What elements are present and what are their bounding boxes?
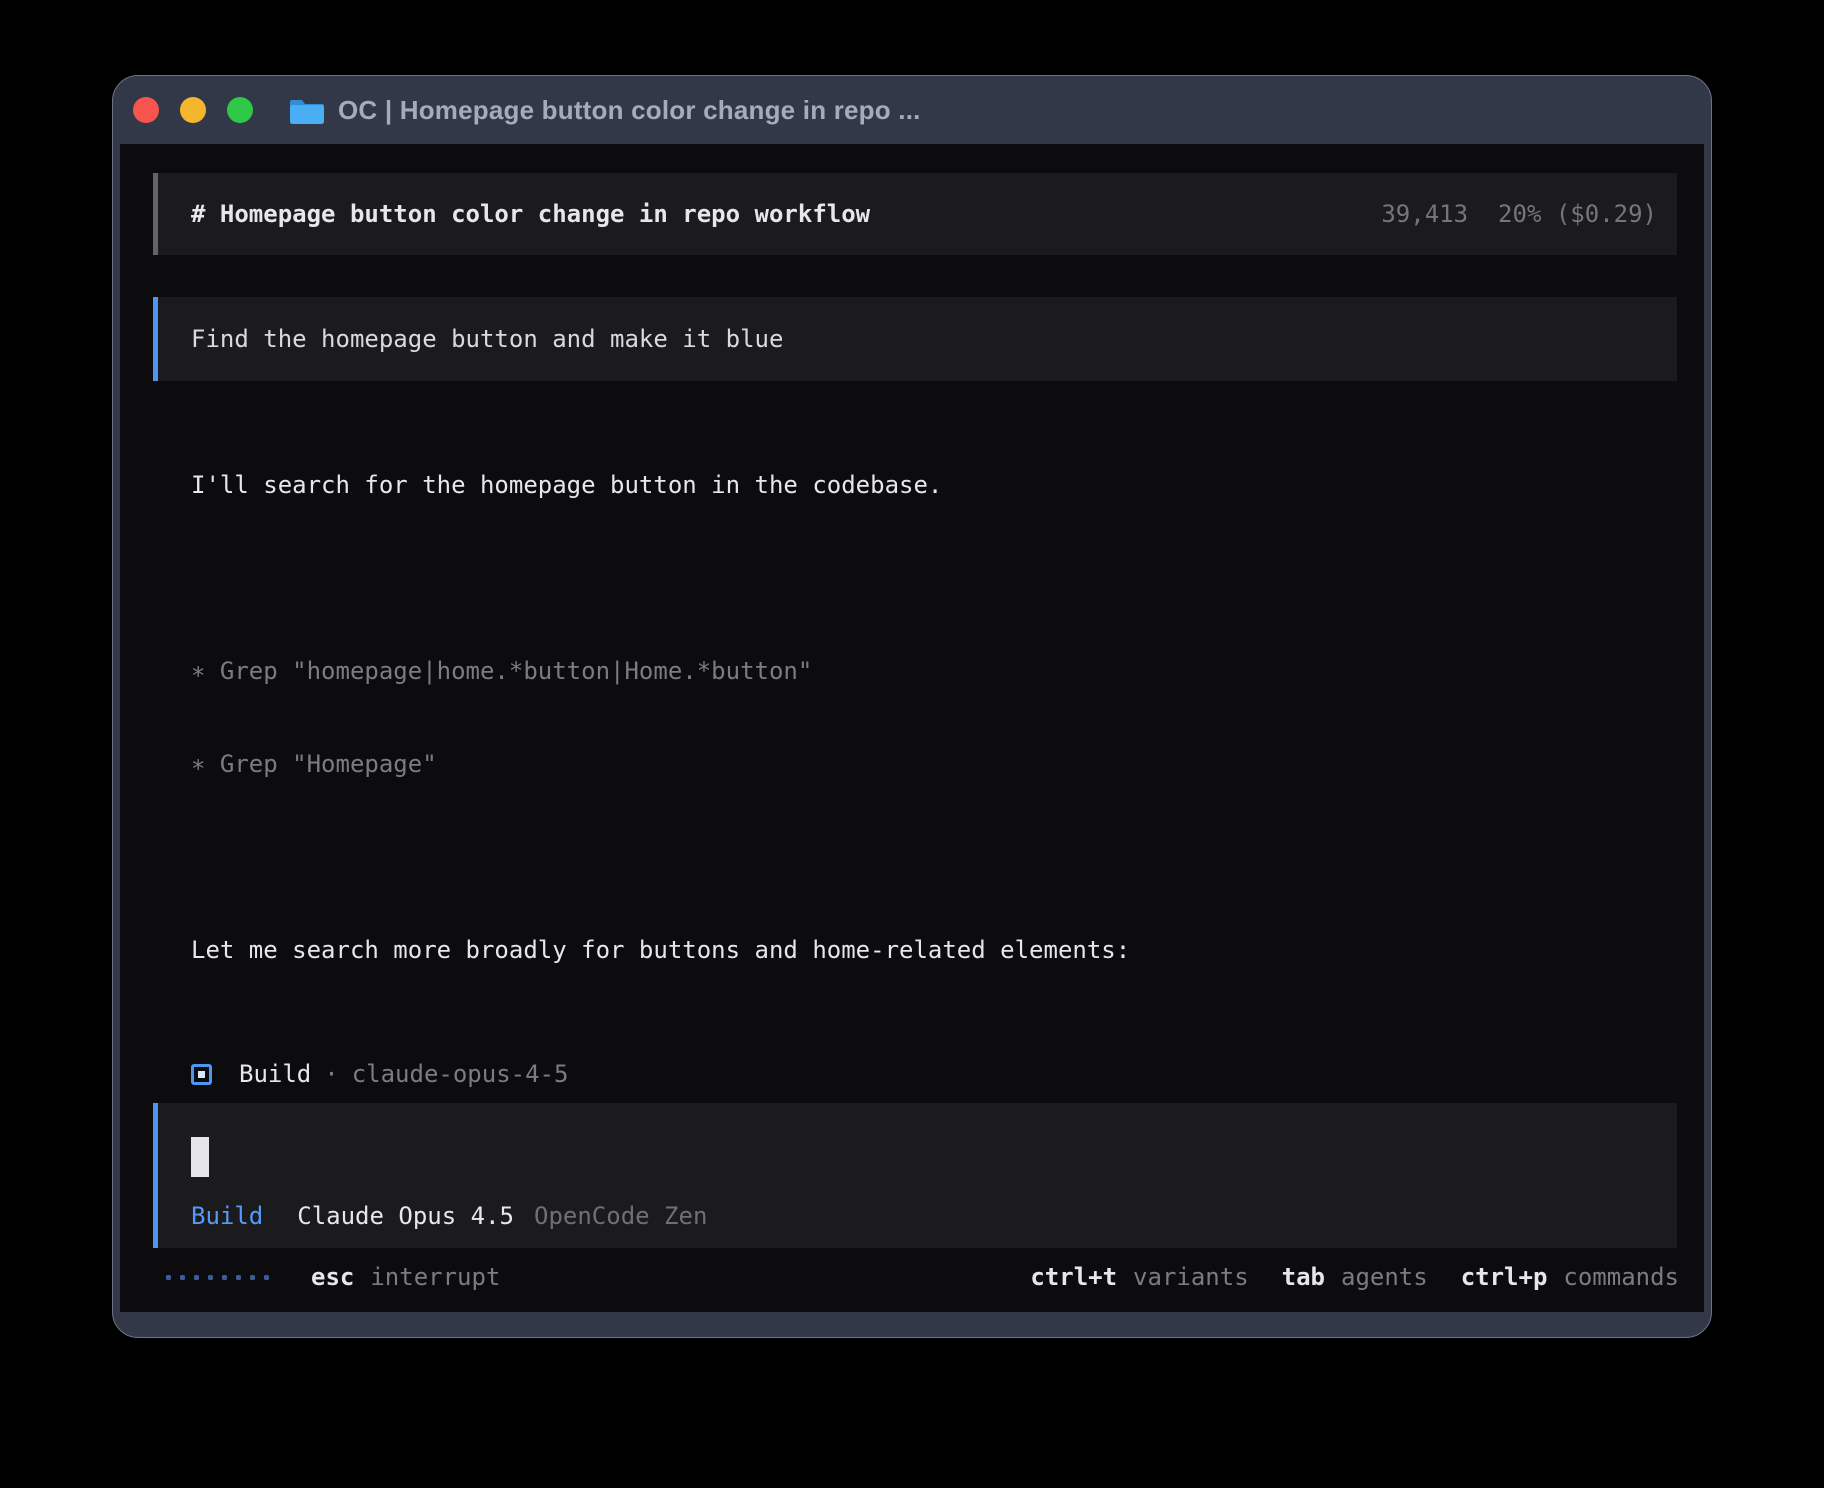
shortcut-variants: ctrl+t variants [1030,1262,1248,1293]
window-title: OC | Homepage button color change in rep… [338,95,921,126]
token-count: 39,413 [1381,199,1468,230]
text-cursor[interactable] [191,1137,209,1177]
zoom-button[interactable] [227,97,253,123]
close-button[interactable] [133,97,159,123]
esc-label: interrupt [370,1262,500,1293]
minimize-button[interactable] [180,97,206,123]
separator-dot: · [324,1059,338,1090]
shortcut-agents: tab agents [1282,1262,1428,1293]
user-message: Find the homepage button and make it blu… [153,297,1677,381]
status-bar: esc interrupt ctrl+t variants tab agents… [166,1262,1679,1293]
user-message-text: Find the homepage button and make it blu… [191,324,783,355]
shortcut-label: agents [1341,1262,1428,1293]
agent-task-model: claude-opus-4-5 [352,1059,569,1090]
terminal-window: OC | Homepage button color change in rep… [112,75,1712,1338]
tool-call-grep: ∗ Grep "homepage|home.*button|Home.*butt… [191,656,1564,687]
session-title: # Homepage button color change in repo w… [191,199,870,230]
shortcut-key: ctrl+t [1030,1262,1117,1293]
task-square-icon [191,1064,212,1085]
working-spinner-icon [166,1275,269,1280]
shortcut-key: ctrl+p [1461,1262,1548,1293]
folder-icon [290,97,324,124]
esc-key-hint: esc [311,1262,354,1293]
blank-line [191,1028,1564,1059]
active-model[interactable]: Claude Opus 4.5 [297,1201,514,1232]
session-stats: 39,413 20% ($0.29) [1381,199,1657,230]
active-agent[interactable]: Build [191,1201,263,1232]
shortcut-key: tab [1282,1262,1325,1293]
prompt-input[interactable]: Build Claude Opus 4.5 OpenCode Zen [153,1103,1677,1248]
session-header: # Homepage button color change in repo w… [153,173,1677,255]
shortcut-commands: ctrl+p commands [1461,1262,1679,1293]
shortcut-label: commands [1563,1262,1679,1293]
assistant-text-line: Let me search more broadly for buttons a… [191,935,1564,966]
blank-line [191,1307,1564,1338]
input-status-line: Build Claude Opus 4.5 OpenCode Zen [191,1201,707,1232]
agent-task-row: Build · claude-opus-4-5 [191,1059,568,1090]
terminal-content: # Homepage button color change in repo w… [120,144,1704,1312]
shortcut-hints: ctrl+t variants tab agents ctrl+p comman… [1030,1262,1679,1293]
shortcut-label: variants [1133,1262,1249,1293]
blank-line [191,842,1564,873]
assistant-text-line: I'll search for the homepage button in t… [191,470,1564,501]
title-bar[interactable]: OC | Homepage button color change in rep… [113,76,1711,144]
model-provider: OpenCode Zen [534,1201,707,1232]
context-usage: 20% ($0.29) [1498,199,1657,230]
blank-line [191,563,1564,594]
tool-call-grep: ∗ Grep "Homepage" [191,749,1564,780]
agent-task-name: Build [239,1059,311,1090]
